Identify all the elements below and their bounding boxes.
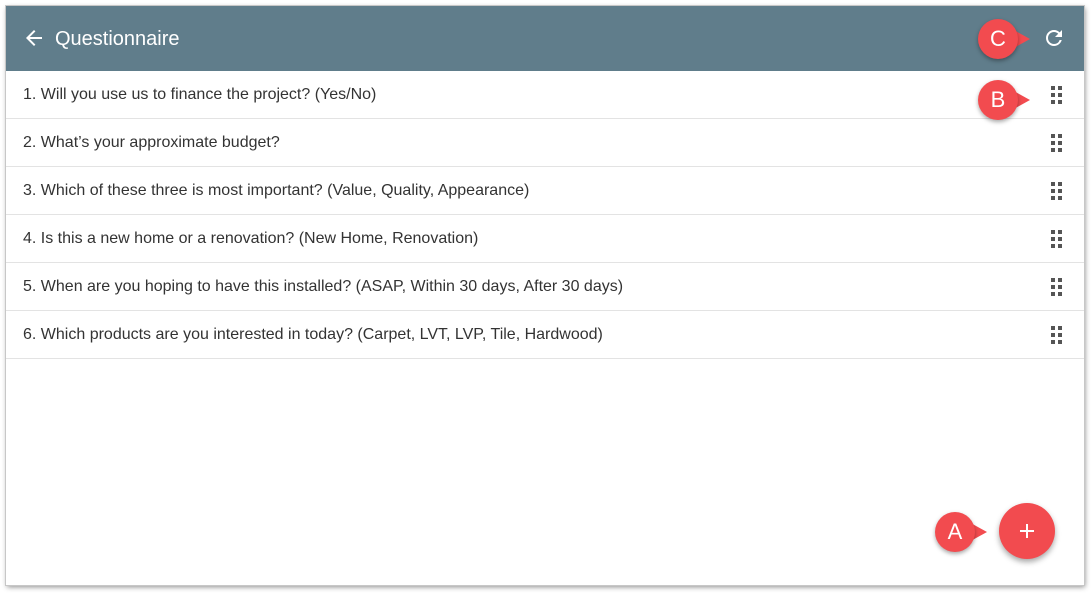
plus-icon	[1020, 524, 1034, 538]
callout-b: B	[978, 80, 1030, 120]
refresh-icon	[1046, 30, 1062, 46]
question-list: 1. Will you use us to finance the projec…	[6, 71, 1084, 359]
question-label: 4. Is this a new home or a renovation? (…	[23, 230, 479, 247]
question-row[interactable]: 5. When are you hoping to have this inst…	[6, 263, 1084, 311]
callout-b-label: B	[990, 87, 1006, 112]
question-row[interactable]: 1. Will you use us to finance the projec…	[6, 71, 1084, 119]
question-row[interactable]: 3. Which of these three is most importan…	[6, 167, 1084, 215]
question-label: 1. Will you use us to finance the projec…	[23, 86, 377, 103]
callout-c: C	[978, 19, 1030, 59]
add-question-button[interactable]	[999, 503, 1055, 559]
arrow-left-icon	[26, 30, 42, 46]
question-label: 2. What’s your approximate budget?	[23, 134, 280, 151]
drag-handle-icon[interactable]	[1051, 182, 1063, 200]
callout-c-label: C	[990, 26, 1006, 51]
page-title: Questionnaire	[55, 28, 180, 50]
drag-handle-icon[interactable]	[1051, 134, 1063, 152]
drag-handle-icon[interactable]	[1051, 230, 1063, 248]
question-label: 6. Which products are you interested in …	[23, 326, 603, 343]
back-button[interactable]	[22, 26, 46, 50]
question-row[interactable]: 4. Is this a new home or a renovation? (…	[6, 215, 1084, 263]
drag-handle-icon[interactable]	[1051, 278, 1063, 296]
drag-handle-icon[interactable]	[1051, 86, 1063, 104]
question-row[interactable]: 2. What’s your approximate budget?	[6, 119, 1084, 167]
callout-a-label: A	[947, 519, 963, 544]
callout-a: A	[935, 512, 987, 552]
drag-handle-icon[interactable]	[1051, 326, 1063, 344]
question-label: 5. When are you hoping to have this inst…	[23, 278, 624, 295]
questionnaire-window: Questionnaire 1. Will you use us to fina…	[6, 6, 1084, 585]
question-label: 3. Which of these three is most importan…	[23, 182, 530, 199]
question-row[interactable]: 6. Which products are you interested in …	[6, 311, 1084, 359]
refresh-button[interactable]	[1042, 26, 1066, 50]
app-bar: Questionnaire	[6, 6, 1084, 71]
